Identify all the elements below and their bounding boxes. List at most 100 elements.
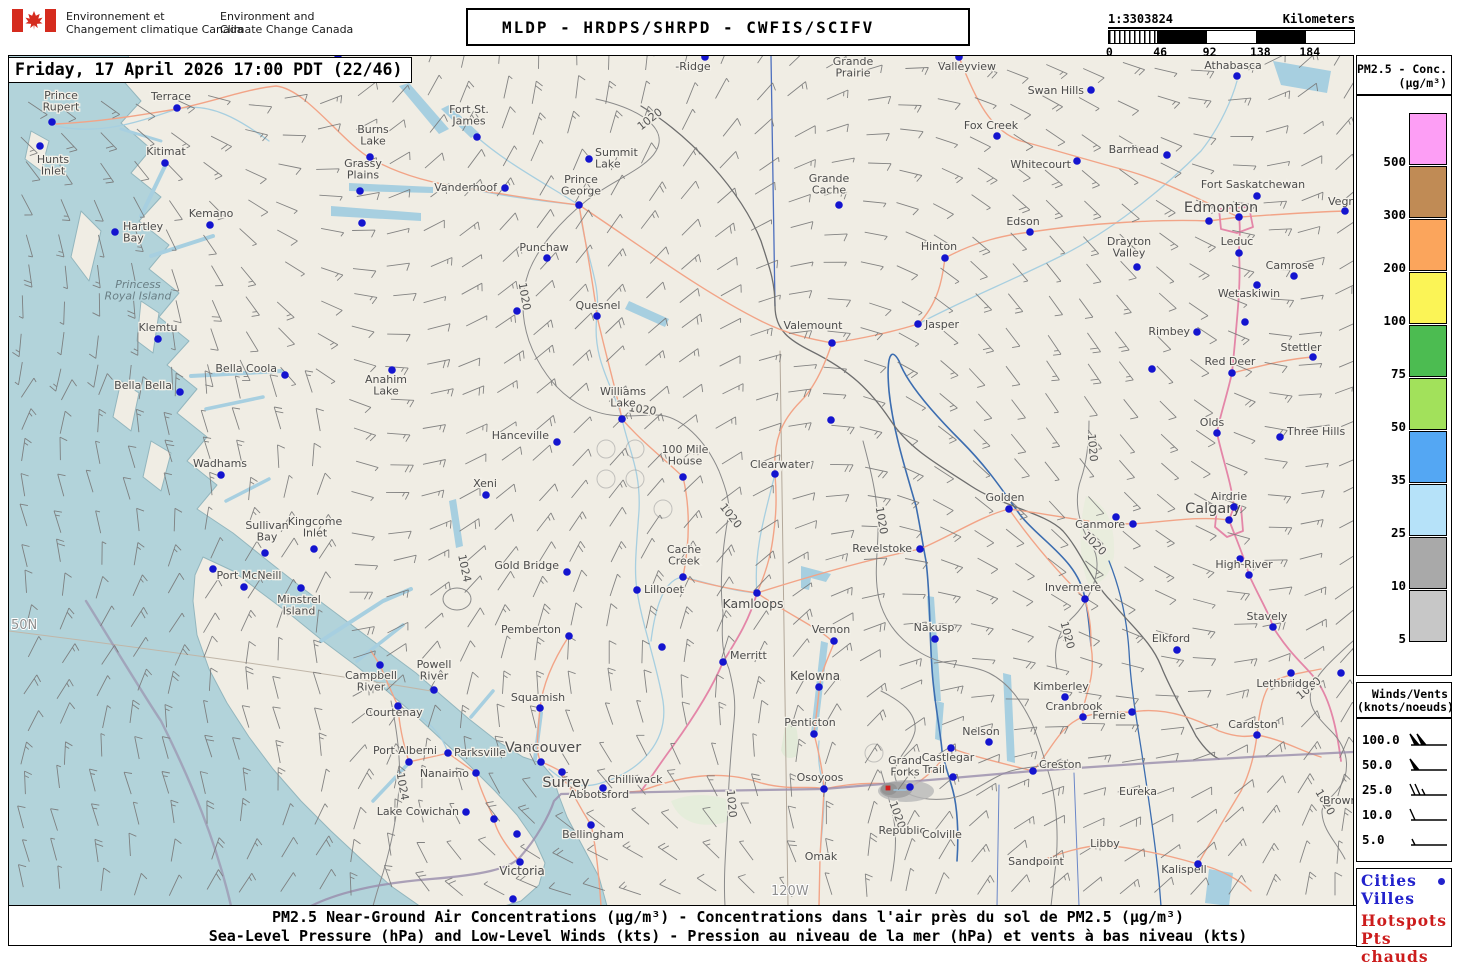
city-dot — [1235, 249, 1243, 257]
pm25-legend-row: 75 — [1357, 324, 1451, 381]
city-label: Fernie — [1092, 709, 1126, 722]
wind-legend-row: 5.0 — [1357, 828, 1451, 851]
city-dot — [949, 773, 957, 781]
city-label: Hunts Inlet — [37, 153, 70, 178]
city-label: Squamish — [511, 691, 565, 704]
wind-legend-row: 50.0 — [1357, 753, 1451, 776]
map-canvas: 1020102010201020 1020102410241020 10201020… — [9, 56, 1353, 906]
scale-segment — [1158, 31, 1208, 43]
city-label: Osoyoos — [797, 771, 844, 784]
city-dot — [1079, 713, 1087, 721]
graticule-label: 120W — [771, 884, 809, 899]
city-dot — [1029, 767, 1037, 775]
city-dot — [593, 312, 601, 320]
city-dot — [575, 201, 583, 209]
city-label: Canmore — [1075, 518, 1125, 531]
city-dot — [1309, 353, 1317, 361]
city-dot — [985, 738, 993, 746]
caption-line-2: Sea-Level Pressure (hPa) and Low-Level W… — [208, 927, 1248, 945]
pm25-legend-row: 25 — [1357, 483, 1451, 540]
city-dot — [48, 118, 56, 126]
city-dot — [1253, 192, 1261, 200]
pm25-threshold-value: 200 — [1383, 260, 1406, 275]
city-dot — [1213, 429, 1221, 437]
map-scale-bar: 1:3303824 Kilometers 0 46 92 138 184 — [1106, 12, 1355, 59]
city-label: Cache Creek — [667, 543, 701, 568]
isobar-label: 1020 — [1085, 433, 1100, 462]
city-dot — [1233, 72, 1241, 80]
pm25-color-swatch — [1409, 166, 1447, 218]
city-dot — [1276, 433, 1284, 441]
city-label: Camrose — [1266, 259, 1315, 272]
city-dot — [1133, 263, 1141, 271]
city-dot — [444, 749, 452, 757]
city-label: Nakusp — [914, 621, 955, 634]
city-dot — [536, 704, 544, 712]
city-label: Prince Rupert — [43, 89, 80, 114]
city-dot — [820, 785, 828, 793]
city-label: Omak — [805, 850, 838, 863]
city-label: Vancouver — [505, 740, 581, 756]
city-dot — [366, 153, 374, 161]
city-label: Hinton — [921, 240, 957, 253]
city-dot — [501, 184, 509, 192]
city-label: Red Deer — [1205, 355, 1256, 368]
city-label: Fox Creek — [964, 119, 1019, 132]
city-label: Vernon — [812, 623, 850, 636]
pm25-color-swatch — [1409, 484, 1447, 536]
city-dot — [1194, 860, 1202, 868]
city-label: Vanderhoof — [434, 181, 498, 194]
city-label: Valleyview — [938, 60, 996, 73]
cities-label-fr: Villes — [1361, 889, 1416, 908]
hotspots-label-fr: Pts chauds — [1361, 929, 1429, 966]
caption-line-1: PM2.5 Near-Ground Air Concentrations (µg… — [271, 908, 1185, 926]
page-header: Environnement et Changement climatique Ca… — [0, 0, 1460, 59]
city-label: Drayton Valley — [1107, 235, 1151, 260]
scale-segment — [1207, 31, 1257, 43]
city-label: Pemberton — [501, 623, 561, 636]
city-label: Republic — [878, 824, 925, 837]
city-dot — [563, 568, 571, 576]
pm25-threshold-value: 35 — [1390, 472, 1406, 487]
city-dot — [1241, 318, 1249, 326]
city-label: Terrace — [150, 90, 191, 103]
city-dot — [827, 416, 835, 424]
city-label: Leduc — [1221, 235, 1254, 248]
city-label: Cardston — [1228, 718, 1278, 731]
city-label: Eureka — [1119, 785, 1157, 798]
city-dot — [1245, 571, 1253, 579]
scale-segment — [1256, 31, 1306, 43]
city-label: Jasper — [924, 318, 959, 331]
city-dot — [941, 254, 949, 262]
city-label: Athabasca — [1204, 59, 1262, 72]
city-label: Quesnel — [576, 299, 621, 312]
city-label: Swan Hills — [1028, 84, 1085, 97]
city-dot — [430, 686, 438, 694]
city-label: Powell River — [417, 658, 452, 683]
scale-unit-label: Kilometers — [1282, 12, 1355, 26]
city-dot — [1235, 213, 1243, 221]
city-dot — [281, 371, 289, 379]
pm25-legend-title: PM2.5 - Conc. (µg/m³) — [1357, 56, 1451, 96]
graticule-label: 50N — [11, 618, 37, 633]
city-dot — [1287, 669, 1295, 677]
city-dot — [111, 228, 119, 236]
wind-speed-value: 10.0 — [1362, 807, 1393, 822]
pm25-threshold-value: 500 — [1383, 154, 1406, 169]
city-label: Victoria — [499, 864, 545, 878]
city-dot — [1193, 328, 1201, 336]
isobar-label: 1020 — [724, 789, 739, 818]
pm25-threshold-value: 100 — [1383, 313, 1406, 328]
hotspot-marker — [885, 785, 891, 791]
city-label: Edmonton — [1184, 200, 1258, 216]
city-dot — [513, 307, 521, 315]
city-dot — [658, 643, 666, 651]
city-label: Bellingham — [562, 828, 624, 841]
city-dot — [473, 133, 481, 141]
winds-legend-rows: 100.0 50.0 25.0 10.0 5.0 — [1357, 728, 1451, 851]
wind-speed-value: 100.0 — [1362, 732, 1400, 747]
city-dot — [513, 830, 521, 838]
canada-flag-logo — [12, 9, 56, 32]
pm25-threshold-value: 25 — [1390, 525, 1406, 540]
pm25-threshold-value: 10 — [1390, 578, 1406, 593]
